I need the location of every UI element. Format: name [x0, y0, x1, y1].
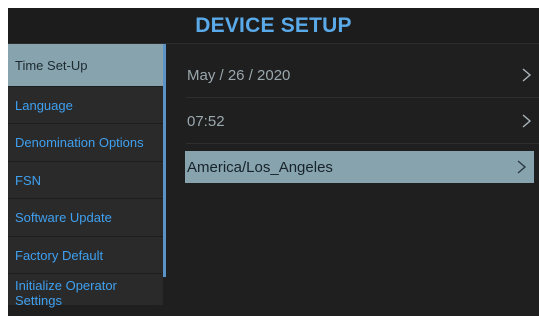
sidebar-item-time-setup[interactable]: Time Set-Up	[8, 44, 163, 87]
sidebar-item-factory-default[interactable]: Factory Default	[8, 237, 163, 274]
date-row[interactable]: May / 26 / 2020	[166, 59, 539, 91]
sidebar-item-label: Software Update	[15, 210, 112, 225]
sidebar-item-label: Factory Default	[15, 247, 104, 263]
sidebar-item-label: FSN	[15, 172, 41, 188]
header-bar: DEVICE SETUP	[8, 8, 539, 44]
sidebar-item-label: Language	[15, 97, 73, 113]
time-row[interactable]: 07:52	[166, 105, 539, 137]
sidebar-item-label: Denomination Options	[15, 135, 144, 150]
chevron-right-icon	[522, 114, 532, 128]
sidebar-item-label: Initialize Operator Settings	[15, 277, 117, 308]
timezone-value: America/Los_Angeles	[187, 158, 333, 176]
date-value: May / 26 / 2020	[187, 66, 291, 84]
device-setup-screen: DEVICE SETUP Time Set-Up Language Denomi…	[8, 8, 539, 316]
settings-panel: May / 26 / 2020 07:52 America/Los_Angele…	[166, 44, 539, 316]
chevron-right-icon	[517, 160, 527, 174]
sidebar-item-language[interactable]: Language	[8, 87, 163, 124]
row-divider	[186, 143, 539, 144]
sidebar-item-initialize-operator-settings[interactable]: Initialize Operator Settings	[8, 274, 158, 312]
chevron-right-icon	[522, 68, 532, 82]
sidebar-item-software-update[interactable]: Software Update	[8, 199, 163, 237]
sidebar-item-label: Time Set-Up	[15, 57, 88, 73]
row-divider	[186, 97, 539, 98]
time-value: 07:52	[187, 112, 225, 130]
sidebar-item-fsn[interactable]: FSN	[8, 162, 163, 199]
timezone-row[interactable]: America/Los_Angeles	[185, 151, 534, 183]
page-title: DEVICE SETUP	[195, 13, 352, 37]
sidebar-item-denomination-options[interactable]: Denomination Options	[8, 124, 163, 162]
sidebar: Time Set-Up Language Denomination Option…	[8, 44, 163, 312]
